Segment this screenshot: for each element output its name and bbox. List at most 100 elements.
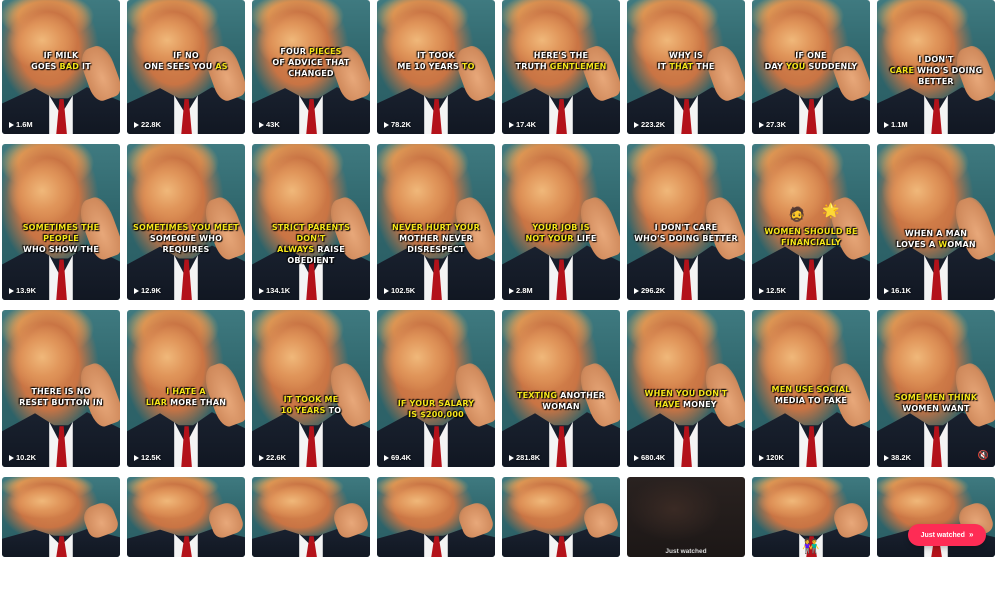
video-caption: I DON'T CARE WHO'S DOING BETTER bbox=[883, 54, 989, 87]
video-caption: IT TOOK ME 10 YEARS TO bbox=[258, 394, 364, 416]
video-card[interactable] bbox=[127, 477, 245, 557]
caption-highlight: SOME MEN THINK bbox=[894, 393, 978, 402]
video-card[interactable]: IT TOOK ME 10 YEARS TO 78.2K bbox=[377, 0, 495, 134]
caption-line: IT THAT THE bbox=[633, 61, 739, 72]
video-card[interactable]: SOMETIMES THE PEOPLE WHO SHOW THE 13.9K bbox=[2, 144, 120, 300]
play-icon bbox=[134, 287, 139, 294]
video-caption: IF ONE DAY YOU SUDDENLY bbox=[758, 50, 864, 72]
caption-line: ONE SEES YOU AS bbox=[133, 61, 239, 72]
view-count: 296.2K bbox=[634, 286, 665, 295]
caption-highlight: CARE bbox=[889, 66, 915, 75]
video-card[interactable]: NEVER HURT YOUR MOTHER NEVER DISRESPECT 102… bbox=[377, 144, 495, 300]
video-caption: IF YOUR SALARY IS $200,000 bbox=[383, 398, 489, 420]
video-card[interactable]: I DON'T CARE WHO'S DOING BETTER 296.2K bbox=[627, 144, 745, 300]
caption-highlight: NOT YOUR bbox=[525, 234, 574, 243]
caption-highlight: ALWAYS bbox=[277, 245, 315, 254]
caption-text: MORE THAN bbox=[167, 398, 227, 407]
caption-text: TRUTH bbox=[515, 62, 550, 71]
emoji-sticker: 🧔 bbox=[788, 206, 806, 222]
video-caption: FOUR PIECES OF ADVICE THAT CHANGED bbox=[258, 46, 364, 79]
video-card[interactable]: HERE'S THE TRUTH GENTLEMEN 17.4K bbox=[502, 0, 620, 134]
caption-text: I DON'T CARE bbox=[654, 223, 718, 232]
caption-text: SUDDENLY bbox=[805, 62, 858, 71]
view-count: 120K bbox=[759, 453, 784, 462]
caption-line: WHO SHOW THE bbox=[8, 244, 114, 255]
video-card[interactable]: IF NO ONE SEES YOU AS 22.8K bbox=[127, 0, 245, 134]
video-card[interactable]: IF MILK GOES BAD IT 1.6M bbox=[2, 0, 120, 134]
view-count: 27.3K bbox=[759, 120, 786, 129]
video-caption: THERE IS NO RESET BUTTON IN bbox=[8, 386, 114, 408]
video-card[interactable]: 👫 bbox=[752, 477, 870, 557]
view-count: 17.4K bbox=[509, 120, 536, 129]
video-card[interactable]: Just watched bbox=[627, 477, 745, 557]
caption-highlight: 10 YEARS bbox=[280, 406, 326, 415]
video-card[interactable]: IT TOOK ME 10 YEARS TO 22.6K bbox=[252, 310, 370, 467]
play-icon bbox=[509, 287, 514, 294]
caption-text: TO bbox=[325, 406, 342, 415]
video-card[interactable] bbox=[2, 477, 120, 557]
video-card[interactable]: WHEN YOU DON'T HAVE MONEY 680.4K bbox=[627, 310, 745, 467]
video-caption: YOUR JOB IS NOT YOUR LIFE bbox=[508, 222, 614, 244]
video-card[interactable]: TEXTING ANOTHER WOMAN 281.8K bbox=[502, 310, 620, 467]
video-card[interactable]: THERE IS NO RESET BUTTON IN 10.2K bbox=[2, 310, 120, 467]
caption-highlight: TEXTING bbox=[516, 391, 558, 400]
play-icon bbox=[759, 121, 764, 128]
play-icon bbox=[634, 454, 639, 461]
video-card[interactable]: STRICT PARENTS DON'T ALWAYS RAISE OBEDIEN… bbox=[252, 144, 370, 300]
view-count: 22.6K bbox=[259, 453, 286, 462]
caption-line: WOMAN bbox=[508, 401, 614, 412]
view-count: 16.1K bbox=[884, 286, 911, 295]
caption-text: THERE IS NO bbox=[31, 387, 91, 396]
video-card[interactable]: SOMETIMES YOU MEET SOMEONE WHO REQUIRES 12… bbox=[127, 144, 245, 300]
view-count-text: 296.2K bbox=[641, 286, 666, 295]
caption-line: DISRESPECT bbox=[383, 244, 489, 255]
video-card[interactable]: WOMEN SHOULD BE FINANCIALLY 🧔 🌟 12.5K bbox=[752, 144, 870, 300]
just-watched-button[interactable]: Just watched » bbox=[908, 524, 986, 546]
caption-line: SOMEONE WHO REQUIRES bbox=[133, 233, 239, 255]
caption-highlight: IS $200,000 bbox=[408, 410, 464, 419]
video-card[interactable] bbox=[502, 477, 620, 557]
caption-line: HERE'S THE bbox=[508, 50, 614, 61]
video-caption: WHEN YOU DON'T HAVE MONEY bbox=[633, 388, 739, 410]
video-card[interactable]: WHY IS IT THAT THE 223.2K bbox=[627, 0, 745, 134]
caption-highlight: IF YOUR SALARY bbox=[397, 399, 475, 408]
caption-text: GOES bbox=[31, 62, 60, 71]
view-count: 10.2K bbox=[9, 453, 36, 462]
caption-text: WHO SHOW THE bbox=[23, 245, 99, 254]
video-card[interactable] bbox=[377, 477, 495, 557]
mute-icon[interactable]: 🔇 bbox=[978, 450, 989, 461]
caption-line: 10 YEARS TO bbox=[258, 405, 364, 416]
video-card[interactable]: I DON'T CARE WHO'S DOING BETTER 1.1M bbox=[877, 0, 995, 134]
play-icon bbox=[9, 121, 14, 128]
caption-highlight: WOMEN SHOULD BE bbox=[764, 227, 858, 236]
caption-highlight: MEN USE SOCIAL bbox=[771, 385, 851, 394]
caption-text: HERE'S THE bbox=[533, 51, 589, 60]
video-card[interactable]: I HATE A LIAR MORE THAN 12.5K bbox=[127, 310, 245, 467]
view-count: 281.8K bbox=[509, 453, 540, 462]
just-watched-label: Just watched bbox=[920, 531, 965, 539]
view-count: 12.5K bbox=[134, 453, 161, 462]
caption-text: DAY bbox=[764, 62, 787, 71]
video-card[interactable]: SOME MEN THINK WOMEN WANT 38.2K 🔇 bbox=[877, 310, 995, 467]
video-card[interactable]: FOUR PIECES OF ADVICE THAT CHANGED 43K bbox=[252, 0, 370, 134]
video-card[interactable]: MEN USE SOCIAL MEDIA TO FAKE 120K bbox=[752, 310, 870, 467]
caption-line: SOMETIMES THE PEOPLE bbox=[8, 222, 114, 244]
video-card[interactable] bbox=[252, 477, 370, 557]
double-chevron-down-icon: » bbox=[968, 530, 974, 539]
caption-line: TRUTH GENTLEMEN bbox=[508, 61, 614, 72]
video-card[interactable]: YOUR JOB IS NOT YOUR LIFE 2.8M bbox=[502, 144, 620, 300]
video-card[interactable]: IF YOUR SALARY IS $200,000 69.4K bbox=[377, 310, 495, 467]
caption-text: IF MILK bbox=[43, 51, 79, 60]
caption-text: WHO'S DOING BETTER bbox=[634, 234, 738, 243]
caption-text: OMAN bbox=[947, 240, 976, 249]
play-icon bbox=[259, 454, 264, 461]
just-watched-overlay-label: Just watched bbox=[665, 548, 707, 555]
caption-line: FINANCIALLY bbox=[758, 237, 864, 248]
play-icon bbox=[134, 121, 139, 128]
play-icon bbox=[759, 454, 764, 461]
caption-line: I HATE A bbox=[133, 386, 239, 397]
video-card[interactable]: WHEN A MAN LOVES A WOMAN 16.1K bbox=[877, 144, 995, 300]
video-card[interactable]: IF ONE DAY YOU SUDDENLY 27.3K bbox=[752, 0, 870, 134]
view-count: 1.6M bbox=[9, 120, 33, 129]
view-count-text: 17.4K bbox=[516, 120, 537, 129]
